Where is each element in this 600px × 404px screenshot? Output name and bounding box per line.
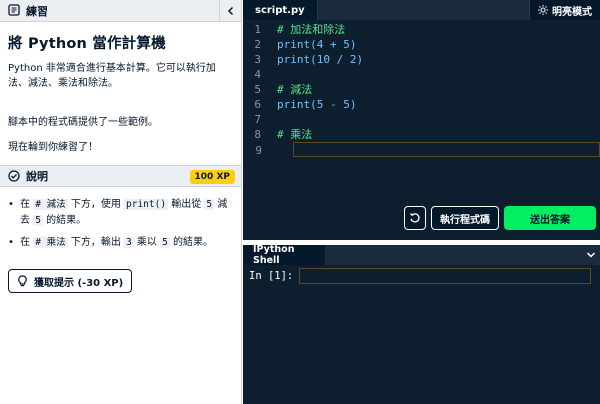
code-line[interactable]: 2 print(4 + 5) (243, 37, 600, 52)
light-mode-label: 明亮模式 (552, 6, 592, 18)
lightbulb-icon (18, 275, 27, 287)
exercise-header: 練習 (0, 0, 241, 22)
code-line[interactable]: 3 print(10 / 2) (243, 52, 600, 67)
line-number: 7 (254, 113, 261, 126)
chevron-down-icon (586, 252, 596, 258)
line-number: 8 (254, 128, 261, 141)
shell-prompt-row: In [1]: (243, 268, 600, 284)
chevron-left-icon (227, 6, 233, 16)
code-text: # 加法和除法 (277, 23, 346, 36)
code-line[interactable]: 7 (243, 112, 600, 127)
editor-actions: 執行程式碼 送出答案 (404, 206, 596, 230)
exercise-panel: 練習 將 Python 當作計算機 Python 非常適合進行基本計算。它可以執… (0, 0, 242, 404)
line-number: 1 (254, 23, 261, 36)
line-number: 5 (254, 83, 261, 96)
code-text: print(10 / 2) (277, 53, 364, 66)
get-hint-button[interactable]: 獲取提示 (-30 XP) (8, 269, 133, 293)
tab-ipython-shell[interactable]: IPython Shell (243, 245, 325, 266)
exercise-title: 將 Python 當作計算機 (8, 36, 166, 52)
instructions-header: 說明 100 XP (0, 165, 241, 187)
check-circle-icon (8, 167, 20, 186)
exercise-header-label: 練習 (26, 4, 48, 18)
code-text: print(5 - 5) (277, 98, 357, 111)
shell-prompt: In [1]: (249, 270, 294, 282)
code-editor: script.py 明亮模式 1 # 加法和除法 2 print(4 + 5) 3 p… (243, 0, 600, 240)
shell-collapse-button[interactable] (582, 245, 600, 265)
reset-icon (410, 213, 420, 223)
instructions-header-label: 說明 (26, 170, 48, 183)
exercise-paragraph: 現在輪到你練習了！ (8, 142, 98, 153)
editor-tabbar: script.py 明亮模式 (243, 0, 600, 20)
exercise-icon (8, 1, 20, 20)
submit-answer-button[interactable]: 送出答案 (504, 206, 596, 230)
line-number: 6 (254, 98, 261, 111)
line-number: 9 (255, 144, 262, 157)
inline-code: print() (124, 199, 169, 210)
code-line[interactable]: 5 # 減法 (243, 82, 600, 97)
shell-tabbar: IPython Shell (243, 245, 600, 266)
xp-badge: 100 XP (189, 170, 235, 184)
inline-code: 5 (204, 199, 215, 210)
code-line-active[interactable]: 9 (255, 142, 600, 157)
get-hint-label: 獲取提示 (-30 XP) (34, 277, 124, 289)
line-number: 3 (254, 53, 261, 66)
inline-code: 3 (124, 237, 134, 248)
exercise-content: 將 Python 當作計算機 Python 非常適合進行基本計算。它可以執行加法… (0, 22, 241, 155)
code-text: # 減法 (277, 83, 313, 96)
sun-icon (538, 5, 548, 15)
exercise-paragraph: 腳本中的程式碼提供了一些範例。 (8, 117, 158, 128)
code-line[interactable]: 4 (243, 67, 600, 82)
shell-input[interactable] (299, 268, 592, 284)
reset-button[interactable] (404, 206, 426, 230)
collapse-panel-button[interactable] (219, 0, 241, 22)
instructions-list: • 在 # 減法 下方，使用 print() 輸出從 5 減去 5 的結果。 •… (0, 187, 241, 251)
tab-script[interactable]: script.py (243, 0, 318, 20)
exercise-paragraph: Python 非常適合進行基本計算。它可以執行加法、減法、乘法和除法。 (8, 63, 216, 89)
code-line[interactable]: 6 print(5 - 5) (243, 97, 600, 112)
ipython-shell: IPython Shell In [1]: (243, 245, 600, 404)
inline-code: # 乘法 (33, 237, 68, 248)
list-item: • 在 # 乘法 下方，輸出 3 乘以 5 的結果。 (8, 237, 214, 248)
code-text: # 乘法 (277, 128, 313, 141)
run-code-button[interactable]: 執行程式碼 (431, 206, 499, 230)
inline-code: 5 (33, 215, 43, 226)
code-line[interactable]: 1 # 加法和除法 (243, 22, 600, 37)
inline-code: # 減法 (33, 199, 68, 210)
line-number: 2 (254, 38, 261, 51)
light-mode-toggle[interactable]: 明亮模式 (529, 0, 600, 20)
code-area[interactable]: 1 # 加法和除法 2 print(4 + 5) 3 print(10 / 2) 4 … (243, 20, 600, 157)
line-number: 4 (254, 68, 261, 81)
code-line[interactable]: 8 # 乘法 (243, 127, 600, 142)
inline-code: 5 (160, 237, 170, 248)
list-item: • 在 # 減法 下方，使用 print() 輸出從 5 減去 5 的結果。 (8, 199, 228, 226)
code-text: print(4 + 5) (277, 38, 357, 51)
